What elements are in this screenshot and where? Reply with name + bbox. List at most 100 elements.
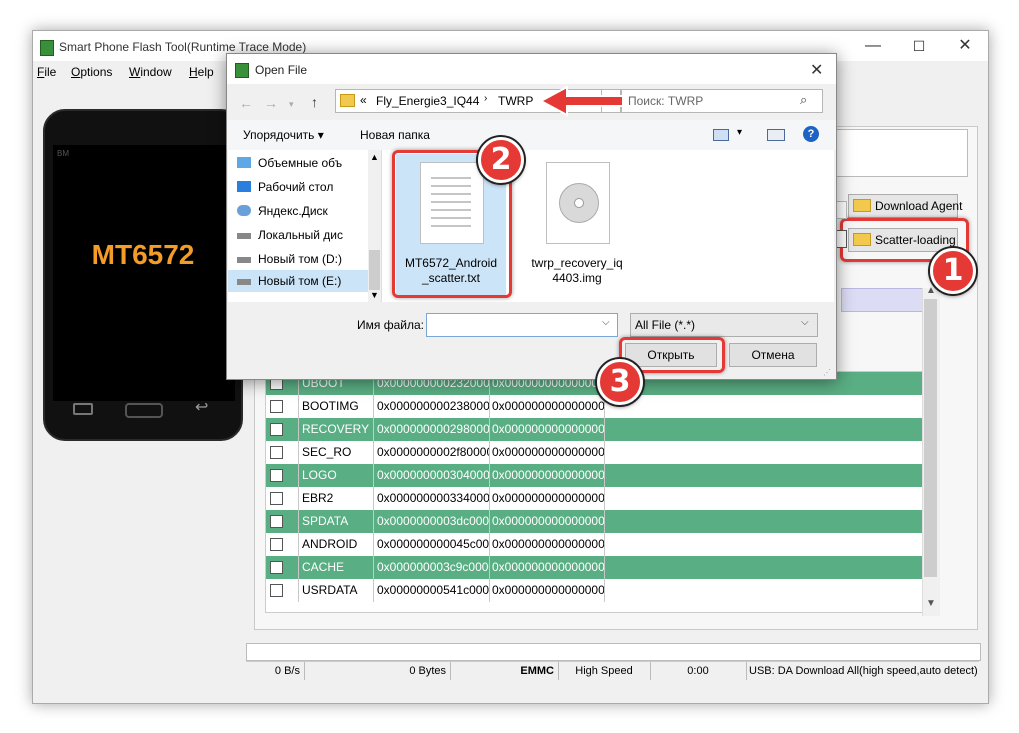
- nav-item-3d-objects[interactable]: Объемные объ: [237, 156, 343, 170]
- nav-scroll-up-icon[interactable]: ▲: [370, 152, 379, 162]
- menu-options[interactable]: Options: [71, 65, 112, 79]
- phone-screen: [53, 145, 235, 401]
- scroll-down-icon[interactable]: ▼: [926, 598, 936, 609]
- nav-scroll-down-icon[interactable]: ▼: [370, 290, 379, 300]
- nav-item-local-disk[interactable]: Локальный дис: [237, 228, 343, 242]
- row-checkbox[interactable]: [270, 515, 283, 528]
- row-checkbox[interactable]: [270, 492, 283, 505]
- search-input[interactable]: Поиск: TWRP ⌕: [621, 89, 823, 113]
- view-icon[interactable]: [713, 129, 729, 141]
- nav-item-yandex-disk[interactable]: Яндекс.Диск: [237, 204, 328, 218]
- row-checkbox[interactable]: [270, 469, 283, 482]
- back-arrow-icon[interactable]: ←: [239, 95, 253, 111]
- table-row[interactable]: SPDATA 0x0000000003dc0000 0x00000000000000…: [266, 510, 923, 533]
- address-row: ← → ▾ ↑ « Fly_Energie3_IQ44 › TWRP Поиск…: [227, 86, 836, 116]
- status-bar: 0 B/s 0 Bytes EMMC High Speed 0:00 USB: …: [246, 661, 979, 680]
- table-row[interactable]: SEC_RO 0x0000000002f80000 0x00000000000000…: [266, 441, 923, 464]
- menu-window[interactable]: Window: [129, 65, 172, 79]
- scroll-up-icon[interactable]: ▲: [926, 285, 936, 296]
- row-checkbox[interactable]: [270, 538, 283, 551]
- drive-icon: [237, 257, 251, 263]
- nav-item-drive-d[interactable]: Новый том (D:): [237, 252, 342, 266]
- end-address: 0x0000000000000000: [489, 579, 605, 602]
- menu-help[interactable]: Help: [189, 65, 214, 79]
- step-badge-3: 3: [597, 359, 643, 405]
- maximize-button[interactable]: ☐: [896, 31, 942, 61]
- nav-item-drive-e[interactable]: Новый том (E:): [237, 274, 341, 288]
- end-address: 0x0000000000000000: [489, 395, 605, 418]
- filename-dropdown-icon[interactable]: ⌵: [602, 317, 610, 328]
- row-checkbox-cell: [266, 441, 299, 464]
- file-location: [604, 510, 923, 533]
- row-checkbox[interactable]: [270, 400, 283, 413]
- file-name-line2: 4403.img: [552, 271, 602, 285]
- table-row[interactable]: ANDROID 0x000000000045c0000 0x000000000000…: [266, 533, 923, 556]
- recent-chevron-icon[interactable]: ▾: [289, 99, 294, 110]
- file-location: [604, 556, 923, 579]
- cancel-button[interactable]: Отмена: [729, 343, 817, 367]
- help-icon[interactable]: ?: [803, 126, 819, 142]
- row-checkbox-cell: [266, 418, 299, 441]
- begin-address: 0x0000000002380000: [374, 395, 490, 418]
- begin-address: 0x0000000002f80000: [374, 441, 490, 464]
- close-button[interactable]: ✕: [942, 31, 988, 61]
- dialog-toolbar: Упорядочить ▾ Новая папка ▾ ?: [227, 120, 836, 150]
- breadcrumb-prefix[interactable]: «: [360, 93, 367, 107]
- breadcrumb-folder[interactable]: Fly_Energie3_IQ44: [376, 94, 479, 108]
- filename-input[interactable]: ⌵: [426, 313, 618, 337]
- row-checkbox-cell: [266, 579, 299, 602]
- status-usb: USB: DA Download All(high speed,auto det…: [749, 665, 978, 677]
- end-address: 0x0000000000000000: [489, 487, 605, 510]
- status-speed: 0 B/s: [246, 662, 305, 680]
- organize-button[interactable]: Упорядочить ▾: [243, 128, 324, 142]
- navigation-pane: Объемные объ Рабочий стол Яндекс.Диск Ло…: [228, 150, 382, 302]
- minimize-button[interactable]: —: [850, 31, 896, 61]
- menu-key-icon: [73, 403, 93, 415]
- table-row[interactable]: RECOVERY 0x0000000002980000 0x000000000000…: [266, 418, 923, 441]
- preview-pane-icon[interactable]: [767, 129, 785, 141]
- dialog-close-icon[interactable]: ✕: [810, 60, 823, 80]
- file-location: [604, 395, 923, 418]
- row-checkbox-cell: [266, 556, 299, 579]
- breadcrumb-current[interactable]: TWRP: [498, 94, 533, 108]
- disc-image-file-icon: [546, 162, 610, 244]
- menu-file[interactable]: File: [37, 65, 56, 79]
- nav-label: Объемные объ: [258, 156, 343, 170]
- table-row[interactable]: BOOTIMG 0x0000000002380000 0x0000000000000…: [266, 395, 923, 418]
- filename-label: Имя файла:: [357, 318, 424, 332]
- begin-address: 0x0000000003340000: [374, 487, 490, 510]
- end-address: 0x0000000000000000: [489, 533, 605, 556]
- table-row[interactable]: CACHE 0x000000003c9c0000 0x000000000000000…: [266, 556, 923, 579]
- table-row[interactable]: EBR2 0x0000000003340000 0x0000000000000000: [266, 487, 923, 510]
- partition-name: USRDATA: [299, 579, 374, 602]
- scrollbar-thumb[interactable]: [924, 299, 937, 577]
- download-agent-label: Download Agent: [875, 199, 963, 213]
- desktop-icon: [237, 181, 251, 192]
- partition-name: BOOTIMG: [299, 395, 374, 418]
- row-checkbox[interactable]: [270, 423, 283, 436]
- nav-item-desktop[interactable]: Рабочий стол: [237, 180, 333, 194]
- download-agent-button[interactable]: Download Agent: [848, 194, 962, 218]
- file-item-img[interactable]: twrp_recovery_iq 4403.img: [522, 154, 632, 296]
- up-arrow-icon[interactable]: ↑: [311, 94, 318, 110]
- row-checkbox[interactable]: [270, 446, 283, 459]
- table-row[interactable]: USRDATA 0x00000000541c0000 0x0000000000000…: [266, 579, 923, 602]
- open-file-dialog: Open File ✕ ← → ▾ ↑ « Fly_Energie3_IQ44 …: [226, 53, 837, 380]
- row-checkbox[interactable]: [270, 584, 283, 597]
- nav-scroll-thumb[interactable]: [369, 250, 380, 290]
- row-checkbox[interactable]: [270, 561, 283, 574]
- new-folder-button[interactable]: Новая папка: [360, 128, 430, 142]
- partition-name: ANDROID: [299, 533, 374, 556]
- file-location: [604, 418, 923, 441]
- forward-arrow-icon[interactable]: →: [264, 95, 278, 111]
- status-bytes: 0 Bytes: [304, 662, 451, 680]
- partition-name: CACHE: [299, 556, 374, 579]
- file-name-line1: twrp_recovery_iq: [531, 256, 623, 270]
- file-type-select[interactable]: All File (*.*) ⌵: [630, 313, 818, 337]
- resize-grip-icon[interactable]: ⋰: [823, 368, 831, 377]
- end-address: 0x0000000000000000: [489, 441, 605, 464]
- phone-brand: BM: [57, 149, 69, 158]
- view-chevron-icon[interactable]: ▾: [737, 127, 742, 138]
- table-row[interactable]: LOGO 0x0000000003040000 0x0000000000000000: [266, 464, 923, 487]
- back-key-icon: ↩: [195, 399, 209, 416]
